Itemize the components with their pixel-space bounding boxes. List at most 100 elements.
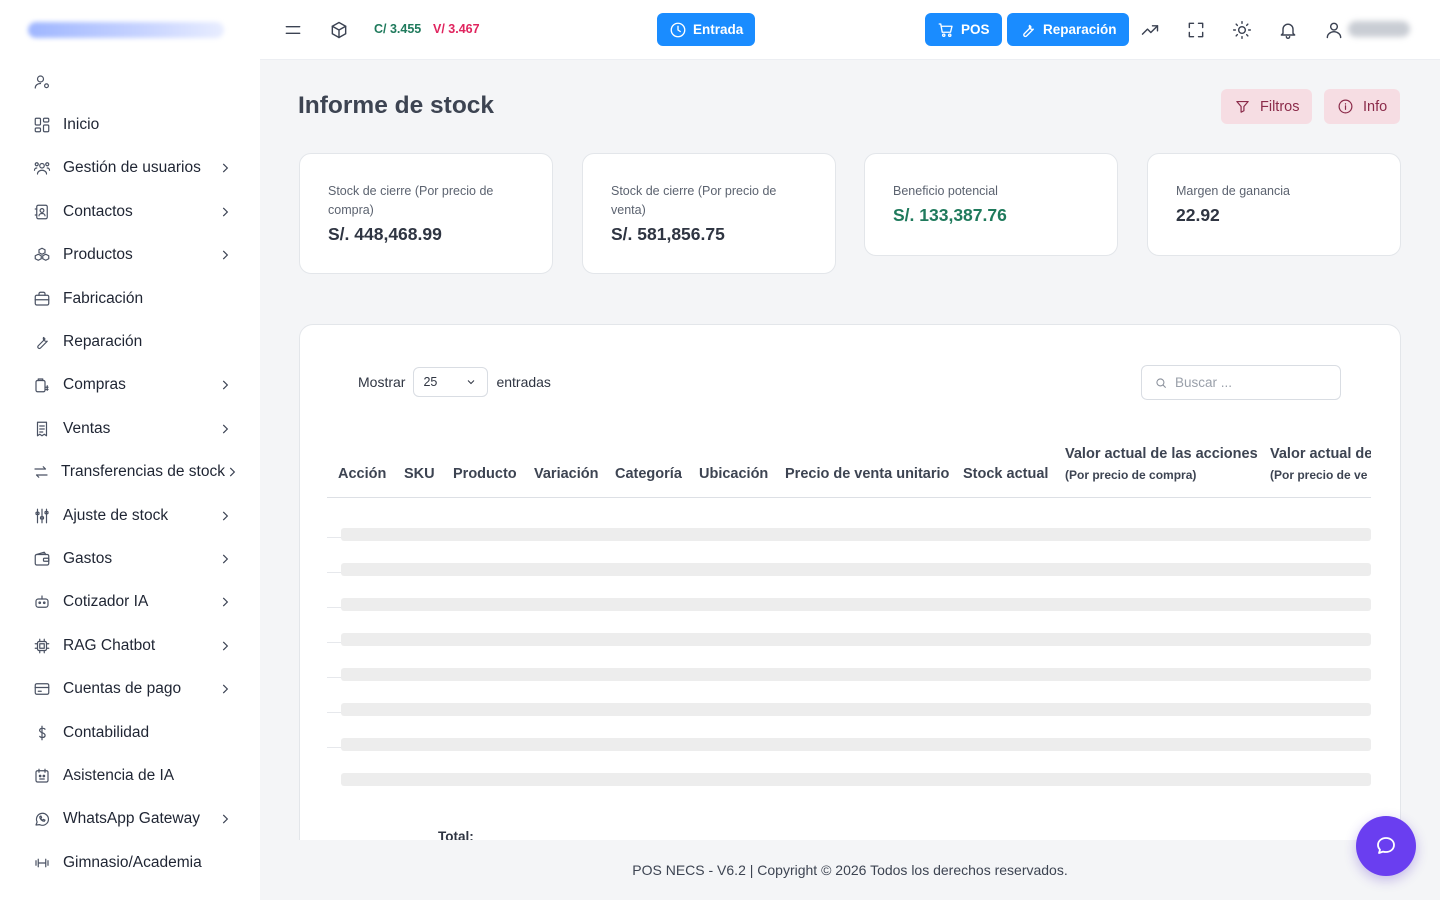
- table-row-skeleton: [327, 538, 1371, 576]
- sidebar-item-rag-chatbot[interactable]: RAG Chatbot: [0, 624, 260, 667]
- column-header-category[interactable]: Categoría: [615, 466, 682, 482]
- sidebar-item-expenses[interactable]: Gastos: [0, 537, 260, 580]
- footer: POS NECS - V6.2 | Copyright © 2026 Todos…: [260, 840, 1440, 900]
- filters-button-label: Filtros: [1260, 98, 1300, 115]
- menu-icon[interactable]: [280, 17, 306, 43]
- column-header-sku[interactable]: SKU: [404, 466, 435, 482]
- card-icon: [32, 679, 52, 699]
- transfer-icon: [32, 462, 50, 482]
- sidebar-item-sales[interactable]: Ventas: [0, 407, 260, 450]
- exchange-rate-sell: V/ 3.467: [433, 22, 480, 36]
- sidebar-item-repair[interactable]: Reparación: [0, 320, 260, 363]
- stat-card-potential-profit: Beneficio potencial S/. 133,387.76: [864, 153, 1118, 256]
- sidebar-item-ai-assistance[interactable]: Asistencia de IA: [0, 754, 260, 797]
- pos-button[interactable]: POS: [925, 13, 1002, 46]
- column-header-action[interactable]: Acción: [338, 466, 386, 482]
- sidebar-item-label: RAG Chatbot: [63, 636, 156, 654]
- column-header-stock-value-sale[interactable]: Valor actual de (Por precio de ve: [1270, 446, 1371, 482]
- sidebar-item-ai-quoter[interactable]: Cotizador IA: [0, 581, 260, 624]
- column-header-current-stock[interactable]: Stock actual: [963, 466, 1048, 482]
- chevron-right-icon: [218, 161, 232, 175]
- wallet-icon: [32, 549, 52, 569]
- chat-button[interactable]: [1356, 816, 1416, 876]
- sidebar-item-label: Asistencia de IA: [63, 766, 175, 784]
- stat-card-label: Stock de cierre (Por precio de venta): [611, 184, 777, 217]
- chevron-right-icon: [218, 552, 232, 566]
- column-header-variation[interactable]: Variación: [534, 466, 598, 482]
- sidebar-item-inicio[interactable]: Inicio: [0, 103, 260, 146]
- sidebar-item-stock-transfers[interactable]: Transferencias de stock: [0, 451, 260, 494]
- users-icon: [32, 158, 52, 178]
- column-header-unit-sale-price[interactable]: Precio de venta unitario: [785, 466, 949, 482]
- sidebar-item-products[interactable]: Productos: [0, 234, 260, 277]
- table-row-skeleton: [327, 678, 1371, 716]
- cube-icon[interactable]: [326, 17, 352, 43]
- dollar-icon: [32, 723, 52, 743]
- sidebar-nav: Inicio Gestión de usuarios Contactos Pro…: [0, 60, 260, 884]
- sidebar-item-label: Cotizador IA: [63, 593, 149, 611]
- info-button[interactable]: Info: [1324, 89, 1401, 124]
- search-input[interactable]: [1175, 375, 1335, 390]
- contacts-icon: [32, 202, 52, 222]
- sidebar-item-label: Gastos: [63, 549, 113, 567]
- trending-up-icon[interactable]: [1137, 17, 1163, 43]
- stat-card-value: S/. 133,387.76: [893, 205, 1007, 225]
- table-body-loading: [327, 498, 1371, 786]
- wrench-icon: [1023, 24, 1034, 37]
- sidebar-item-contacts[interactable]: Contactos: [0, 190, 260, 233]
- table-header: Acción SKU Producto Variación Categoría …: [327, 437, 1371, 498]
- column-header-subtitle: (Por precio de compra): [1065, 468, 1197, 482]
- sidebar-item-profile[interactable]: [0, 60, 260, 103]
- sidebar-item-stock-adjustment[interactable]: Ajuste de stock: [0, 494, 260, 537]
- clock-icon: [670, 22, 686, 37]
- stat-card-closing-stock-sale: Stock de cierre (Por precio de venta) S/…: [582, 153, 836, 274]
- table-row-skeleton: [327, 498, 1371, 541]
- search-box[interactable]: [1141, 365, 1341, 400]
- entrada-button[interactable]: Entrada: [657, 13, 756, 46]
- brand-logo[interactable]: [28, 22, 224, 38]
- boxes-icon: [32, 245, 52, 265]
- sliders-icon: [32, 506, 52, 526]
- topbar: C/ 3.455 V/ 3.467 Entrada POS Reparación: [260, 0, 1440, 60]
- user-icon[interactable]: [1321, 17, 1347, 43]
- chevron-right-icon: [225, 465, 239, 479]
- sidebar-item-accounting[interactable]: Contabilidad: [0, 711, 260, 754]
- search-icon: [1156, 377, 1167, 388]
- sidebar-item-gym-academy[interactable]: Gimnasio/Academia: [0, 841, 260, 884]
- stat-card-label: Stock de cierre (Por precio de compra): [328, 184, 494, 217]
- table-row-skeleton: [327, 643, 1371, 681]
- sidebar-item-whatsapp-gateway[interactable]: WhatsApp Gateway: [0, 798, 260, 841]
- stat-card-label: Beneficio potencial: [893, 184, 998, 198]
- user-name[interactable]: [1348, 21, 1410, 37]
- column-header-stock-value-purchase[interactable]: Valor actual de las acciones (Por precio…: [1065, 446, 1258, 482]
- sidebar-item-purchases[interactable]: Compras: [0, 364, 260, 407]
- sun-icon[interactable]: [1229, 17, 1255, 43]
- reparacion-button[interactable]: Reparación: [1007, 13, 1129, 46]
- info-icon: [1338, 99, 1353, 114]
- robot-icon: [32, 592, 52, 612]
- stat-card-value: S/. 448,468.99: [328, 224, 442, 244]
- entrada-button-label: Entrada: [693, 22, 744, 37]
- wrench-icon: [32, 332, 52, 352]
- column-header-location[interactable]: Ubicación: [699, 466, 768, 482]
- whatsapp-icon: [32, 809, 52, 829]
- exchange-rate-buy: C/ 3.455: [374, 22, 422, 36]
- chevron-right-icon: [218, 509, 232, 523]
- receipt-icon: [32, 419, 52, 439]
- fullscreen-icon[interactable]: [1183, 17, 1209, 43]
- stat-card-closing-stock-purchase: Stock de cierre (Por precio de compra) S…: [299, 153, 553, 274]
- page-size-control: Mostrar 25 entradas: [358, 367, 551, 397]
- column-header-subtitle: (Por precio de ve: [1270, 468, 1368, 482]
- bell-icon[interactable]: [1275, 17, 1301, 43]
- column-header-product[interactable]: Producto: [453, 466, 517, 482]
- sidebar-item-payment-accounts[interactable]: Cuentas de pago: [0, 667, 260, 710]
- page-size-select[interactable]: 25: [413, 367, 489, 397]
- briefcase-icon: [32, 289, 52, 309]
- stat-card-label: Margen de ganancia: [1176, 184, 1290, 198]
- sidebar-item-users[interactable]: Gestión de usuarios: [0, 147, 260, 190]
- sidebar-item-manufacturing[interactable]: Fabricación: [0, 277, 260, 320]
- sidebar: Inicio Gestión de usuarios Contactos Pro…: [0, 0, 260, 900]
- sidebar-item-label: Gestión de usuarios: [63, 159, 201, 177]
- filters-button[interactable]: Filtros: [1221, 89, 1313, 124]
- sidebar-item-label: Compras: [63, 376, 126, 394]
